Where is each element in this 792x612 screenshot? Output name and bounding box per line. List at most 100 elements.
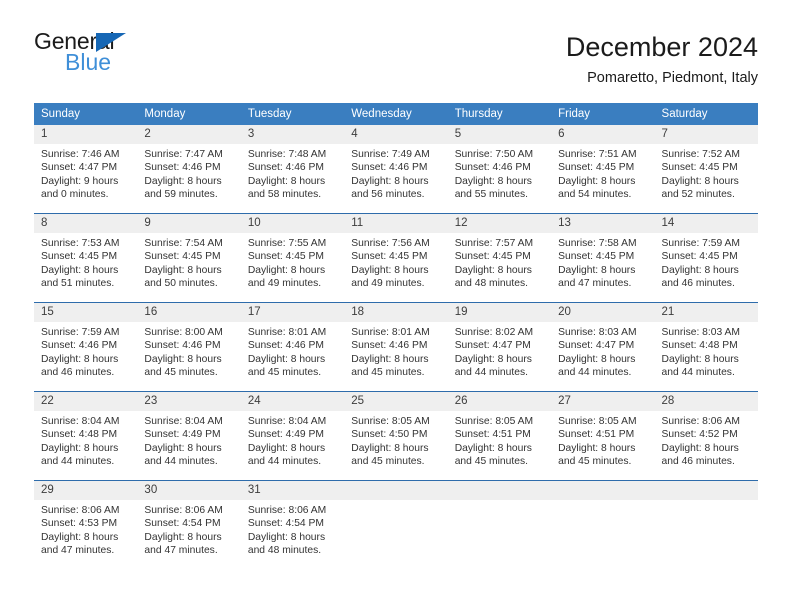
page-subtitle: Pomaretto, Piedmont, Italy xyxy=(587,70,758,87)
day-details: Sunrise: 8:05 AM Sunset: 4:51 PM Daylight:… xyxy=(448,411,551,469)
day-cell[interactable]: 21 Sunrise: 8:03 AM Sunset: 4:48 PM Dayligh… xyxy=(654,302,758,392)
sunrise-text: Sunrise: 7:52 AM xyxy=(661,149,740,160)
day-details: Sunrise: 8:00 AM Sunset: 4:46 PM Daylight:… xyxy=(137,322,240,380)
daylight-text-line1: Daylight: 8 hours xyxy=(454,175,532,187)
sunrise-text: Sunrise: 7:46 AM xyxy=(41,149,120,160)
daylight-text-line1: Daylight: 8 hours xyxy=(351,442,429,454)
day-number xyxy=(344,481,448,500)
day-cell[interactable]: 13 Sunrise: 7:58 AM Sunset: 4:45 PM Dayligh… xyxy=(551,213,655,303)
daylight-text-line1: Daylight: 8 hours xyxy=(247,442,326,454)
day-details: Sunrise: 8:04 AM Sunset: 4:49 PM Daylight:… xyxy=(137,411,240,469)
daylight-text-line1: Daylight: 8 hours xyxy=(247,353,326,365)
day-number: 26 xyxy=(447,392,552,411)
sunrise-text: Sunrise: 8:01 AM xyxy=(351,327,430,338)
day-cell[interactable]: 18 Sunrise: 8:01 AM Sunset: 4:46 PM Dayligh… xyxy=(344,302,448,392)
daylight-text-line2: and 58 minutes. xyxy=(247,189,322,201)
sunset-text: Sunset: 4:45 PM xyxy=(661,251,738,263)
day-details: Sunrise: 7:47 AM Sunset: 4:46 PM Daylight:… xyxy=(137,144,240,202)
day-cell[interactable]: 4 Sunrise: 7:49 AM Sunset: 4:46 PM Daylight… xyxy=(344,125,448,214)
sunset-text: Sunset: 4:47 PM xyxy=(558,340,635,352)
sunrise-text: Sunrise: 7:59 AM xyxy=(661,238,740,249)
calendar-body: 1 Sunrise: 7:46 AM Sunset: 4:47 PM Daylight… xyxy=(34,125,758,569)
sunset-text: Sunset: 4:45 PM xyxy=(247,251,324,263)
daylight-text-line1: Daylight: 8 hours xyxy=(41,442,119,454)
day-cell[interactable]: 17 Sunrise: 8:01 AM Sunset: 4:46 PM Dayligh… xyxy=(240,302,345,392)
sunrise-text: Sunrise: 7:58 AM xyxy=(558,238,637,249)
day-cell[interactable]: 16 Sunrise: 8:00 AM Sunset: 4:46 PM Dayligh… xyxy=(137,302,241,392)
sunrise-text: Sunrise: 8:06 AM xyxy=(144,505,223,516)
day-cell[interactable]: 2 Sunrise: 7:47 AM Sunset: 4:46 PM Daylight… xyxy=(137,125,241,214)
day-cell[interactable]: 9 Sunrise: 7:54 AM Sunset: 4:45 PM Daylight… xyxy=(137,213,241,303)
day-number xyxy=(447,481,552,500)
daylight-text-line2: and 55 minutes. xyxy=(454,189,528,201)
day-cell[interactable]: 12 Sunrise: 7:57 AM Sunset: 4:45 PM Dayligh… xyxy=(447,213,552,303)
daylight-text-line2: and 47 minutes. xyxy=(144,545,218,557)
day-details: Sunrise: 8:03 AM Sunset: 4:47 PM Daylight:… xyxy=(551,322,654,380)
day-number: 11 xyxy=(344,214,448,233)
daylight-text-line2: and 45 minutes. xyxy=(247,367,322,379)
day-cell-empty xyxy=(447,480,552,569)
sunset-text: Sunset: 4:45 PM xyxy=(661,162,738,174)
day-cell[interactable]: 22 Sunrise: 8:04 AM Sunset: 4:48 PM Dayligh… xyxy=(34,391,138,481)
sunset-text: Sunset: 4:45 PM xyxy=(41,251,118,263)
sunset-text: Sunset: 4:45 PM xyxy=(351,251,428,263)
day-number: 23 xyxy=(137,392,241,411)
day-number: 28 xyxy=(654,392,758,411)
day-cell[interactable]: 3 Sunrise: 7:48 AM Sunset: 4:46 PM Daylight… xyxy=(240,125,345,214)
day-cell[interactable]: 7 Sunrise: 7:52 AM Sunset: 4:45 PM Daylight… xyxy=(654,125,758,214)
day-cell[interactable]: 28 Sunrise: 8:06 AM Sunset: 4:52 PM Dayligh… xyxy=(654,391,758,481)
daylight-text-line2: and 44 minutes. xyxy=(144,456,218,468)
sunset-text: Sunset: 4:45 PM xyxy=(454,251,531,263)
day-cell[interactable]: 26 Sunrise: 8:05 AM Sunset: 4:51 PM Dayligh… xyxy=(447,391,552,481)
daylight-text-line1: Daylight: 8 hours xyxy=(41,531,119,543)
daylight-text-line2: and 46 minutes. xyxy=(661,456,735,468)
day-cell[interactable]: 6 Sunrise: 7:51 AM Sunset: 4:45 PM Daylight… xyxy=(551,125,655,214)
daylight-text-line2: and 54 minutes. xyxy=(558,189,632,201)
day-cell[interactable]: 29 Sunrise: 8:06 AM Sunset: 4:53 PM Dayligh… xyxy=(34,480,138,569)
day-cell[interactable]: 14 Sunrise: 7:59 AM Sunset: 4:45 PM Dayligh… xyxy=(654,213,758,303)
day-cell[interactable]: 24 Sunrise: 8:04 AM Sunset: 4:49 PM Dayligh… xyxy=(240,391,345,481)
day-details: Sunrise: 8:06 AM Sunset: 4:52 PM Daylight:… xyxy=(655,411,758,469)
day-cell-empty xyxy=(654,480,758,569)
daylight-text-line1: Daylight: 9 hours xyxy=(41,175,119,187)
day-cell[interactable]: 15 Sunrise: 7:59 AM Sunset: 4:46 PM Dayligh… xyxy=(34,302,138,392)
day-cell[interactable]: 27 Sunrise: 8:05 AM Sunset: 4:51 PM Dayligh… xyxy=(551,391,655,481)
day-details: Sunrise: 7:52 AM Sunset: 4:45 PM Daylight:… xyxy=(655,144,758,202)
daylight-text-line2: and 49 minutes. xyxy=(351,278,425,290)
day-number: 10 xyxy=(240,214,345,233)
daylight-text-line2: and 44 minutes. xyxy=(454,367,528,379)
day-details: Sunrise: 7:55 AM Sunset: 4:45 PM Daylight:… xyxy=(241,233,344,291)
daylight-text-line2: and 59 minutes. xyxy=(144,189,218,201)
day-cell[interactable]: 31 Sunrise: 8:06 AM Sunset: 4:54 PM Dayligh… xyxy=(240,480,345,569)
sunrise-text: Sunrise: 7:55 AM xyxy=(247,238,327,249)
sunrise-text: Sunrise: 8:04 AM xyxy=(41,416,120,427)
day-number: 20 xyxy=(551,303,655,322)
daylight-text-line2: and 0 minutes. xyxy=(41,189,109,201)
day-cell[interactable]: 23 Sunrise: 8:04 AM Sunset: 4:49 PM Dayligh… xyxy=(137,391,241,481)
day-number: 13 xyxy=(551,214,655,233)
day-number: 9 xyxy=(137,214,241,233)
day-cell[interactable]: 11 Sunrise: 7:56 AM Sunset: 4:45 PM Dayligh… xyxy=(344,213,448,303)
daylight-text-line1: Daylight: 8 hours xyxy=(144,531,222,543)
sunrise-text: Sunrise: 7:53 AM xyxy=(41,238,120,249)
day-cell[interactable]: 5 Sunrise: 7:50 AM Sunset: 4:46 PM Daylight… xyxy=(447,125,552,214)
day-cell[interactable]: 10 Sunrise: 7:55 AM Sunset: 4:45 PM Dayligh… xyxy=(240,213,345,303)
day-cell[interactable]: 30 Sunrise: 8:06 AM Sunset: 4:54 PM Dayligh… xyxy=(137,480,241,569)
sunrise-text: Sunrise: 8:03 AM xyxy=(661,327,740,338)
day-details: Sunrise: 7:50 AM Sunset: 4:46 PM Daylight:… xyxy=(448,144,551,202)
day-cell[interactable]: 20 Sunrise: 8:03 AM Sunset: 4:47 PM Dayligh… xyxy=(551,302,655,392)
sunset-text: Sunset: 4:54 PM xyxy=(144,518,221,530)
day-cell[interactable]: 8 Sunrise: 7:53 AM Sunset: 4:45 PM Daylight… xyxy=(34,213,138,303)
day-number xyxy=(551,481,655,500)
day-number: 24 xyxy=(240,392,345,411)
day-cell[interactable]: 19 Sunrise: 8:02 AM Sunset: 4:47 PM Dayligh… xyxy=(447,302,552,392)
sunset-text: Sunset: 4:46 PM xyxy=(144,162,221,174)
day-number: 15 xyxy=(34,303,138,322)
day-cell[interactable]: 1 Sunrise: 7:46 AM Sunset: 4:47 PM Daylight… xyxy=(34,125,138,214)
day-number: 30 xyxy=(137,481,241,500)
day-cell[interactable]: 25 Sunrise: 8:05 AM Sunset: 4:50 PM Dayligh… xyxy=(344,391,448,481)
day-number: 21 xyxy=(654,303,758,322)
sunrise-text: Sunrise: 8:00 AM xyxy=(144,327,223,338)
calendar-week-row: 15 Sunrise: 7:59 AM Sunset: 4:46 PM Dayligh… xyxy=(34,302,758,392)
day-details: Sunrise: 7:46 AM Sunset: 4:47 PM Daylight:… xyxy=(34,144,137,202)
